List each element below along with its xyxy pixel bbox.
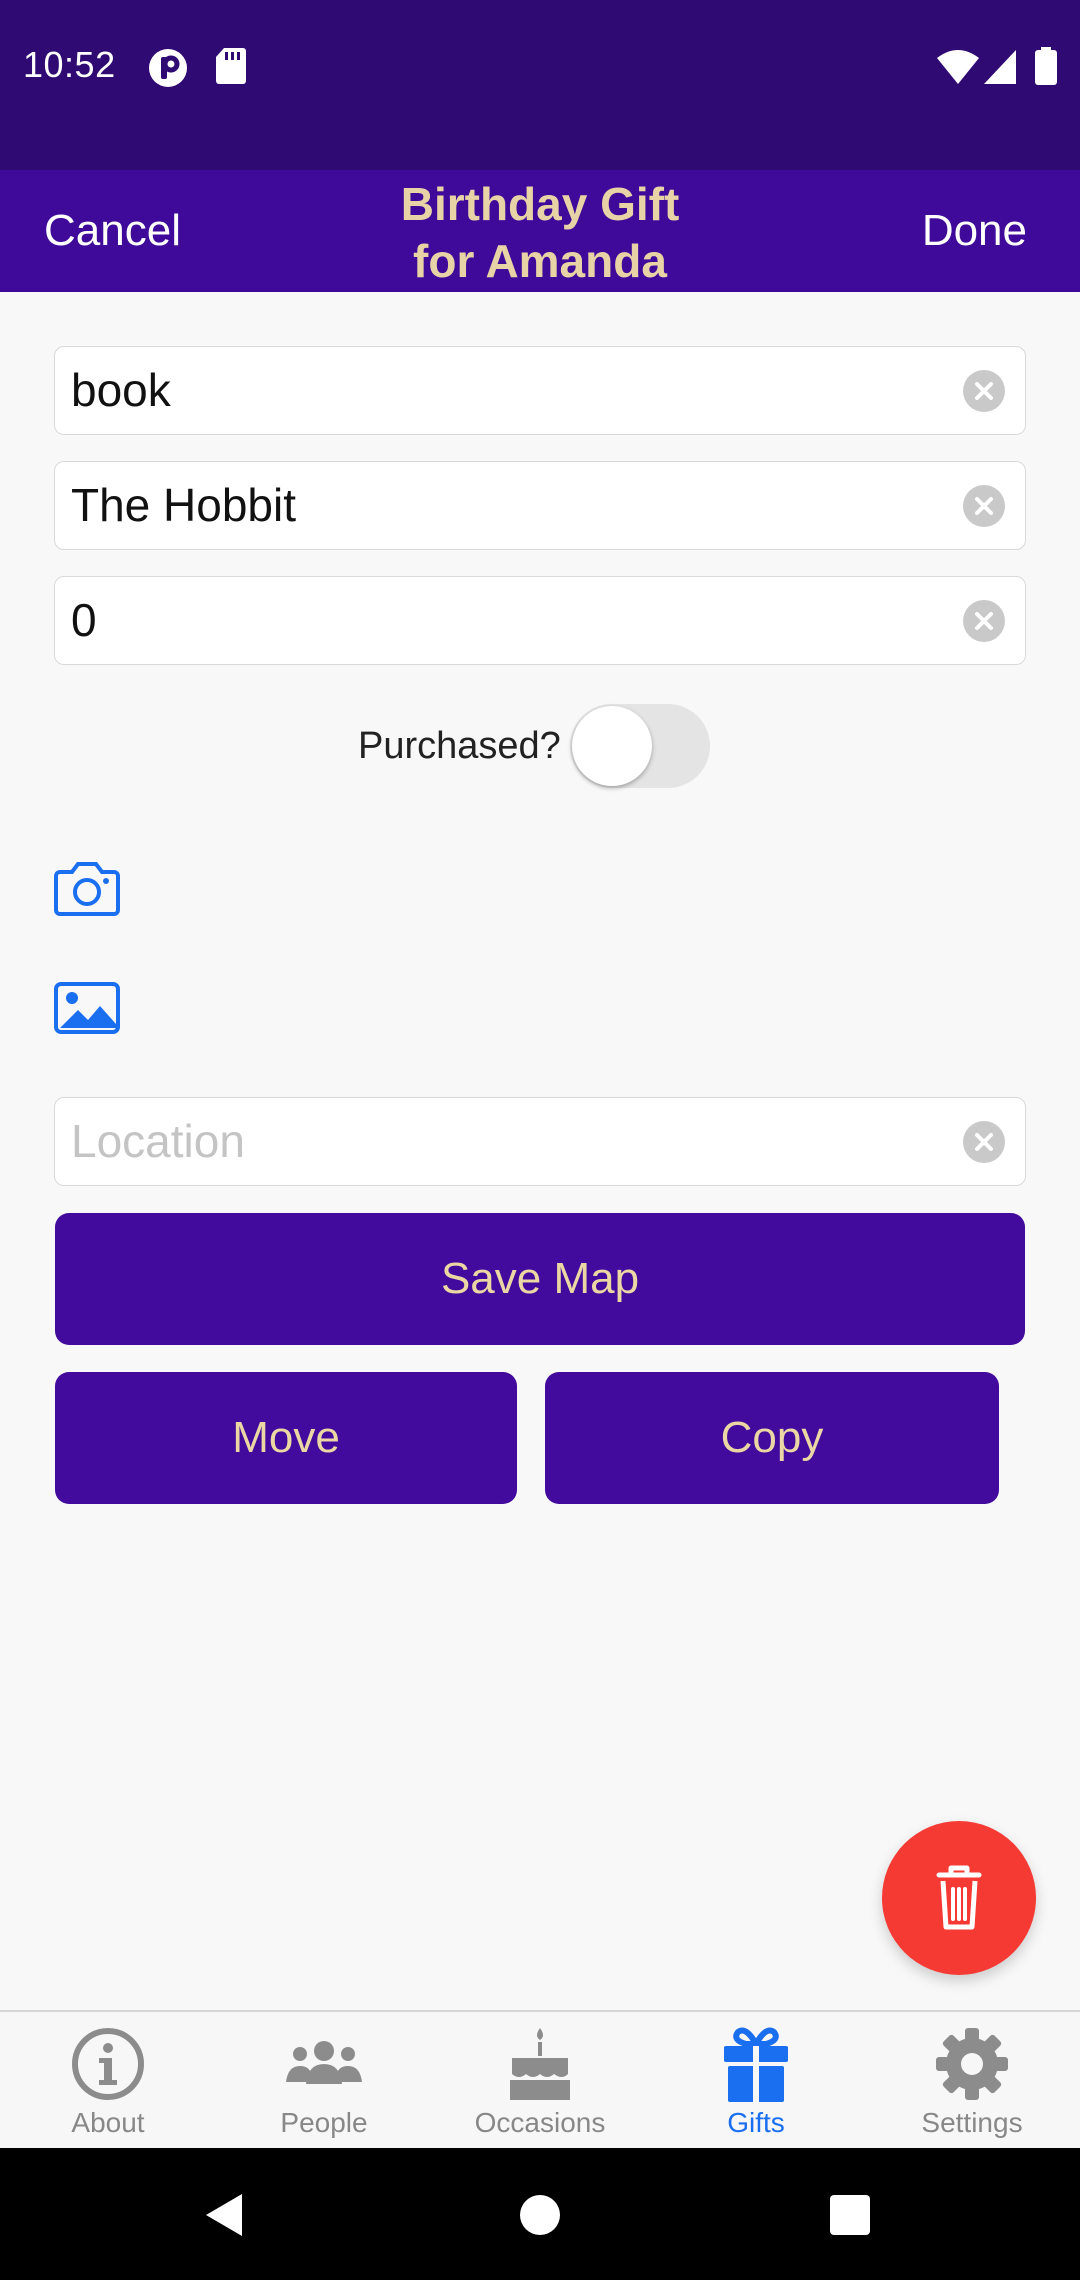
tab-about[interactable]: About bbox=[0, 2012, 216, 2148]
gift-type-field bbox=[54, 346, 1026, 435]
done-button[interactable]: Done bbox=[922, 206, 1027, 256]
clear-icon[interactable] bbox=[963, 1121, 1005, 1163]
trash-icon bbox=[936, 1865, 982, 1930]
tab-label: About bbox=[71, 2107, 145, 2138]
location-field bbox=[54, 1097, 1026, 1186]
gift-icon bbox=[724, 2027, 788, 2102]
image-icon[interactable] bbox=[54, 982, 120, 1039]
page-title: Birthday Gift for Amanda bbox=[340, 176, 740, 290]
page-title-line1: Birthday Gift bbox=[400, 178, 680, 230]
clear-icon[interactable] bbox=[963, 600, 1005, 642]
purchased-toggle[interactable] bbox=[570, 704, 710, 788]
tab-gifts[interactable]: Gifts bbox=[648, 2012, 864, 2148]
status-bar: 10:52 bbox=[0, 0, 1080, 170]
copy-button[interactable]: Copy bbox=[545, 1372, 999, 1504]
price-input[interactable] bbox=[71, 577, 951, 663]
gift-name-input[interactable] bbox=[71, 462, 951, 548]
cake-icon bbox=[510, 2028, 570, 2100]
signal-icon bbox=[984, 50, 1016, 89]
people-icon bbox=[286, 2041, 362, 2084]
tab-people[interactable]: People bbox=[216, 2012, 432, 2148]
toggle-knob bbox=[572, 706, 652, 786]
p-icon bbox=[148, 48, 188, 93]
location-input[interactable] bbox=[71, 1098, 951, 1184]
tab-label: Settings bbox=[921, 2107, 1023, 2138]
nav-header: Cancel Birthday Gift for Amanda Done bbox=[0, 170, 1080, 292]
back-icon[interactable] bbox=[204, 2192, 244, 2243]
clear-icon[interactable] bbox=[963, 485, 1005, 527]
tab-label: Occasions bbox=[474, 2107, 606, 2138]
tab-label: Gifts bbox=[727, 2107, 785, 2138]
gear-icon bbox=[936, 2028, 1008, 2100]
camera-icon[interactable] bbox=[54, 860, 120, 921]
tab-bar: About People Occasions Gifts Settings bbox=[0, 2010, 1080, 2148]
form-content: Purchased? Save Map bbox=[0, 292, 1080, 2010]
save-map-button[interactable]: Save Map bbox=[55, 1213, 1025, 1345]
delete-button[interactable] bbox=[882, 1821, 1036, 1975]
page-title-line2: for Amanda bbox=[413, 235, 667, 287]
purchased-row: Purchased? bbox=[0, 704, 1080, 794]
gift-type-input[interactable] bbox=[71, 347, 951, 433]
clear-icon[interactable] bbox=[963, 370, 1005, 412]
screen: 10:52 Cancel Birthday Gift for Amanda Do… bbox=[0, 0, 1080, 2280]
price-field bbox=[54, 576, 1026, 665]
move-button[interactable]: Move bbox=[55, 1372, 517, 1504]
recents-icon[interactable] bbox=[829, 2194, 871, 2241]
tab-settings[interactable]: Settings bbox=[864, 2012, 1080, 2148]
cancel-button[interactable]: Cancel bbox=[44, 206, 181, 256]
tab-occasions[interactable]: Occasions bbox=[432, 2012, 648, 2148]
home-icon[interactable] bbox=[519, 2194, 561, 2241]
info-icon bbox=[72, 2028, 144, 2100]
purchased-label: Purchased? bbox=[358, 725, 561, 767]
status-time: 10:52 bbox=[23, 44, 116, 85]
sd-card-icon bbox=[216, 48, 246, 89]
android-nav-bar bbox=[0, 2148, 1080, 2280]
wifi-icon bbox=[937, 50, 979, 89]
battery-icon bbox=[1035, 47, 1057, 90]
gift-name-field bbox=[54, 461, 1026, 550]
tab-label: People bbox=[280, 2107, 368, 2138]
